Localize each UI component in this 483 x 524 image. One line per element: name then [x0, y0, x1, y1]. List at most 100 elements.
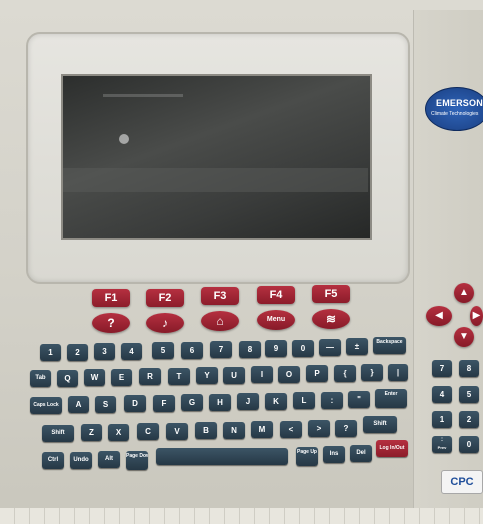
numpad-0[interactable]: 0 [459, 436, 479, 453]
arrow-down-key[interactable]: ▼ [454, 327, 474, 347]
numpad-colon-label: : [441, 437, 443, 443]
ins-key[interactable]: Ins [323, 446, 345, 463]
key-n[interactable]: N [223, 422, 245, 439]
home-key[interactable]: ⌂ [201, 311, 239, 331]
key-m[interactable]: M [251, 421, 273, 438]
undo-key[interactable]: Undo [70, 452, 92, 469]
help-key[interactable]: ? [92, 313, 130, 333]
key-f[interactable]: F [153, 395, 175, 412]
f1-key[interactable]: F1 [92, 289, 130, 307]
shift-right-key[interactable]: Shift [363, 416, 397, 433]
key-x[interactable]: X [108, 424, 129, 441]
key-t[interactable]: T [168, 368, 190, 385]
page-down-key[interactable]: Page Down [126, 451, 148, 470]
key-z[interactable]: Z [81, 424, 102, 441]
bottom-trim [0, 508, 483, 524]
key-i[interactable]: I [251, 366, 273, 383]
del-key[interactable]: Del [350, 445, 372, 462]
numpad-2[interactable]: 2 [459, 411, 479, 428]
alarm-icon: ♪ [162, 316, 168, 330]
arrow-up-icon: ▲ [459, 287, 469, 298]
arrow-right-icon: ▶ [472, 310, 481, 321]
screen-glare [103, 94, 183, 97]
key-plus-minus[interactable]: ± [346, 338, 368, 355]
key-g[interactable]: G [181, 394, 203, 411]
graph-key[interactable]: ≋ [312, 309, 350, 329]
alt-key[interactable]: Alt [98, 451, 120, 468]
key-j[interactable]: J [237, 393, 259, 410]
screen-glare-spot [119, 134, 129, 144]
key-1[interactable]: 1 [40, 344, 61, 361]
key-k[interactable]: K [265, 393, 287, 410]
key-u[interactable]: U [223, 367, 245, 384]
key-7[interactable]: 7 [210, 341, 232, 358]
arrow-right-key[interactable]: ▶ [470, 306, 483, 326]
arrow-up-key[interactable]: ▲ [454, 283, 474, 303]
key-greater-than[interactable]: > [308, 420, 330, 437]
key-5[interactable]: 5 [152, 342, 174, 359]
lcd-screen [61, 74, 372, 240]
key-v[interactable]: V [166, 423, 188, 440]
arrow-left-icon: ◀ [435, 310, 443, 321]
enter-key[interactable]: Enter [375, 389, 407, 408]
help-icon: ? [107, 316, 115, 330]
numpad-colon[interactable]: : Prev [432, 436, 452, 453]
space-bar[interactable] [156, 448, 288, 465]
numpad-colon-sublabel: Prev [437, 445, 447, 450]
page-up-key[interactable]: Page Up [296, 447, 318, 466]
key-0[interactable]: 0 [292, 340, 314, 357]
tab-key[interactable]: Tab [30, 370, 51, 387]
key-question[interactable]: ? [335, 420, 357, 437]
key-6[interactable]: 6 [181, 342, 203, 359]
ctrl-key[interactable]: Ctrl [42, 452, 64, 469]
menu-key[interactable]: Menu [257, 310, 295, 330]
backspace-key[interactable]: Backspace [373, 337, 406, 354]
cpc-badge: CPC [441, 470, 483, 494]
key-h[interactable]: H [209, 394, 231, 411]
key-2[interactable]: 2 [67, 344, 88, 361]
logo-name: EMERSON [436, 98, 483, 108]
key-s[interactable]: S [95, 396, 116, 413]
key-o[interactable]: O [278, 366, 300, 383]
key-open-brace[interactable]: { [334, 365, 356, 382]
arrow-down-icon: ▼ [459, 331, 469, 342]
emerson-logo: EMERSON Climate Technologies [425, 87, 483, 131]
key-quote[interactable]: " [348, 391, 370, 408]
f4-key[interactable]: F4 [257, 286, 295, 304]
key-a[interactable]: A [68, 396, 89, 413]
f3-key[interactable]: F3 [201, 287, 239, 305]
numpad-7[interactable]: 7 [432, 360, 452, 377]
key-less-than[interactable]: < [280, 421, 302, 438]
key-b[interactable]: B [195, 422, 217, 439]
key-l[interactable]: L [293, 392, 315, 409]
numpad-5[interactable]: 5 [459, 386, 479, 403]
f2-key[interactable]: F2 [146, 289, 184, 307]
key-close-brace[interactable]: } [361, 364, 383, 381]
key-q[interactable]: Q [57, 370, 78, 387]
key-y[interactable]: Y [196, 367, 218, 384]
alarm-key[interactable]: ♪ [146, 313, 184, 333]
login-logout-key[interactable]: Log In/Out [376, 440, 408, 457]
key-9[interactable]: 9 [265, 340, 287, 357]
key-colon[interactable]: : [321, 392, 343, 409]
key-minus[interactable]: — [319, 339, 341, 356]
numpad-1[interactable]: 1 [432, 411, 452, 428]
f5-key[interactable]: F5 [312, 285, 350, 303]
key-4[interactable]: 4 [121, 343, 142, 360]
key-pipe[interactable]: | [388, 364, 408, 381]
menu-icon: Menu [266, 316, 286, 323]
key-c[interactable]: C [137, 423, 159, 440]
key-e[interactable]: E [111, 369, 132, 386]
key-r[interactable]: R [139, 368, 161, 385]
numpad-4[interactable]: 4 [432, 386, 452, 403]
key-p[interactable]: P [306, 365, 328, 382]
key-d[interactable]: D [124, 395, 146, 412]
shift-left-key[interactable]: Shift [42, 425, 74, 442]
key-8[interactable]: 8 [239, 341, 261, 358]
arrow-left-key[interactable]: ◀ [426, 306, 452, 326]
numpad-8[interactable]: 8 [459, 360, 479, 377]
screen-reflection [63, 168, 368, 192]
key-w[interactable]: W [84, 369, 105, 386]
caps-lock-key[interactable]: Caps Lock [30, 397, 62, 414]
key-3[interactable]: 3 [94, 343, 115, 360]
